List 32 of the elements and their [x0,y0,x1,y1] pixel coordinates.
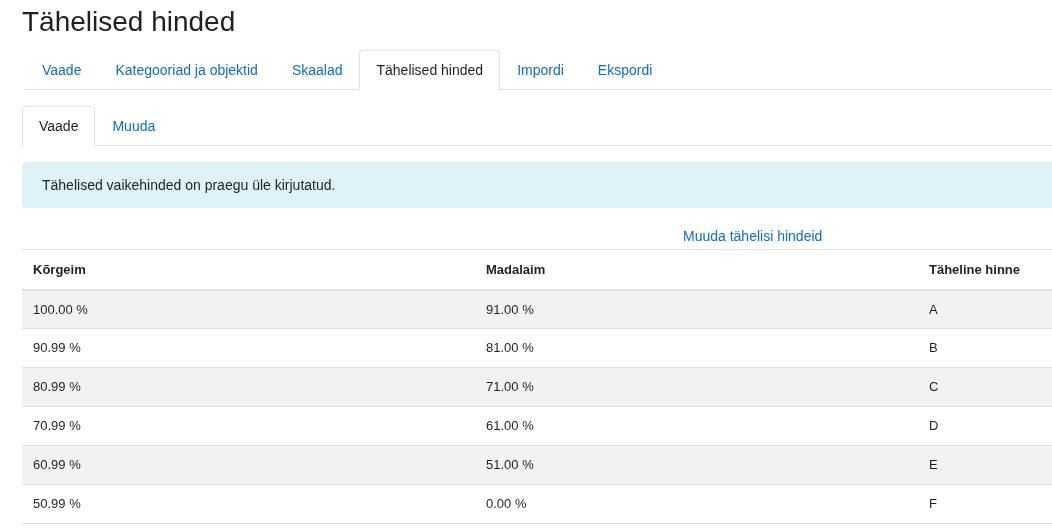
tab[interactable]: Tähelised hinded [359,50,501,91]
table-cell: 61.00 % [475,406,918,446]
info-alert: Tähelised vaikehinded on praegu üle kirjutatud. [22,162,1052,208]
tab[interactable]: Skaalad [274,50,360,90]
table-cell: F [918,484,1052,524]
table-cell: 51.00 % [475,445,918,485]
page-title: Tähelised hinded [22,5,237,39]
tab[interactable]: Impordi [500,50,581,90]
table-cell: 71.00 % [475,367,918,407]
column-header: Madalaim [475,249,918,290]
column-header: Täheline hinne [918,249,1052,290]
table-cell: B [918,328,1052,368]
tab[interactable]: Muuda [95,106,173,146]
table-cell: 100.00 % [22,289,475,329]
tab[interactable]: Vaade [25,50,99,90]
column-header: Kõrgeim [22,249,475,290]
table-cell: 70.99 % [22,406,475,446]
table-cell: A [918,289,1052,329]
table-cell: 81.00 % [475,328,918,368]
table-cell: 91.00 % [475,289,918,329]
tab[interactable]: Ekspordi [580,50,670,90]
table-cell: 0.00 % [475,484,918,524]
table-cell: 60.99 % [22,445,475,485]
tab[interactable]: Kategooriad ja objektid [98,50,275,90]
edit-grade-letters-link[interactable]: Muuda tähelisi hindeid [683,226,823,247]
table-cell: C [918,367,1052,407]
tab[interactable]: Vaade [22,106,96,147]
table-cell: D [918,406,1052,446]
table-cell: E [918,445,1052,485]
table-cell: 90.99 % [22,328,475,368]
table-cell: 50.99 % [22,484,475,524]
table-cell: 80.99 % [22,367,475,407]
